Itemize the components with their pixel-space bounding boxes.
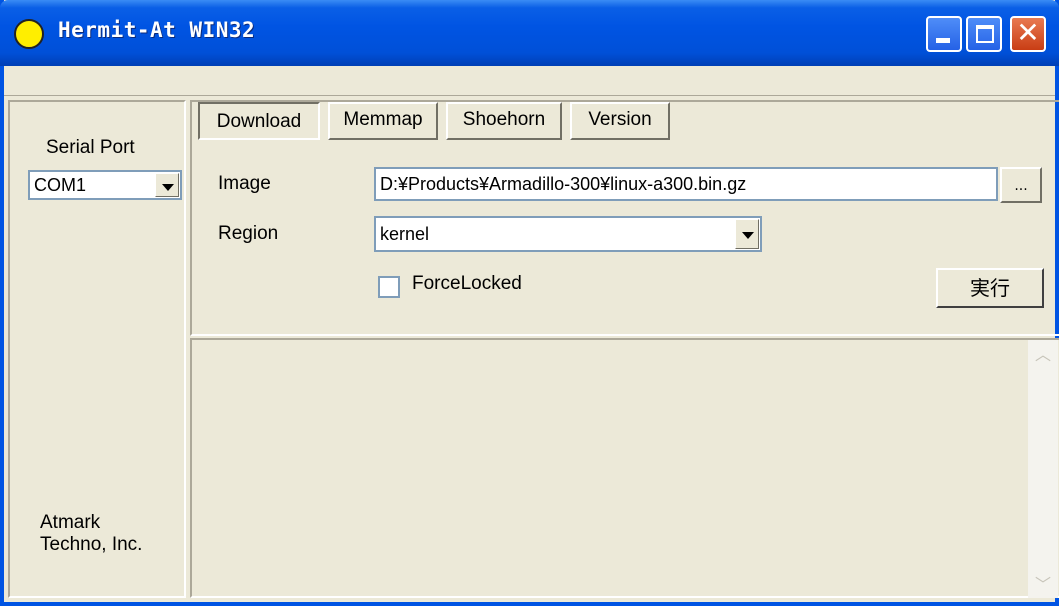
browse-button[interactable]: ... bbox=[1000, 167, 1042, 203]
force-locked-checkbox[interactable] bbox=[378, 276, 400, 298]
company-line-1: Atmark bbox=[40, 512, 101, 533]
close-icon: ✕ bbox=[1016, 16, 1040, 49]
tab-version[interactable]: Version bbox=[570, 102, 670, 140]
app-icon bbox=[14, 19, 44, 49]
menu-bar bbox=[4, 66, 1055, 96]
title-bar[interactable]: Hermit-At WIN32 ✕ bbox=[0, 0, 1059, 66]
execute-button[interactable]: 実行 bbox=[936, 268, 1044, 308]
sidebar-panel: Serial Port COM1 Atmark Techno, Inc. bbox=[8, 100, 186, 598]
minimize-icon bbox=[936, 38, 950, 43]
image-label: Image bbox=[218, 173, 271, 194]
chevron-down-icon[interactable] bbox=[155, 173, 179, 197]
scroll-down-icon[interactable]: ﹀ bbox=[1028, 572, 1058, 598]
chevron-down-icon[interactable] bbox=[735, 219, 759, 249]
tab-memmap[interactable]: Memmap bbox=[328, 102, 438, 140]
region-select[interactable]: kernel bbox=[374, 216, 762, 252]
minimize-button[interactable] bbox=[926, 16, 962, 52]
image-path-field[interactable]: D:¥Products¥Armadillo-300¥linux-a300.bin… bbox=[374, 167, 998, 201]
region-label: Region bbox=[218, 223, 279, 244]
maximize-button[interactable] bbox=[966, 16, 1002, 52]
serial-port-label: Serial Port bbox=[46, 137, 135, 158]
serial-port-value: COM1 bbox=[34, 175, 87, 195]
output-log[interactable] bbox=[190, 338, 1059, 598]
close-button[interactable]: ✕ bbox=[1010, 16, 1046, 52]
tab-shoehorn[interactable]: Shoehorn bbox=[446, 102, 562, 140]
company-name: Atmark Techno, Inc. bbox=[40, 512, 142, 556]
company-line-2: Techno, Inc. bbox=[40, 534, 143, 555]
window-title: Hermit-At WIN32 bbox=[58, 18, 256, 42]
image-path-value: D:¥Products¥Armadillo-300¥linux-a300.bin… bbox=[380, 174, 747, 194]
tab-download[interactable]: Download bbox=[198, 102, 320, 140]
scroll-up-icon[interactable]: ︿ bbox=[1028, 342, 1058, 368]
output-scrollbar[interactable]: ︿ ﹀ bbox=[1028, 340, 1058, 598]
serial-port-select[interactable]: COM1 bbox=[28, 170, 182, 200]
maximize-icon bbox=[976, 25, 994, 43]
region-value: kernel bbox=[380, 224, 430, 244]
force-locked-label[interactable]: ForceLocked bbox=[412, 273, 522, 295]
